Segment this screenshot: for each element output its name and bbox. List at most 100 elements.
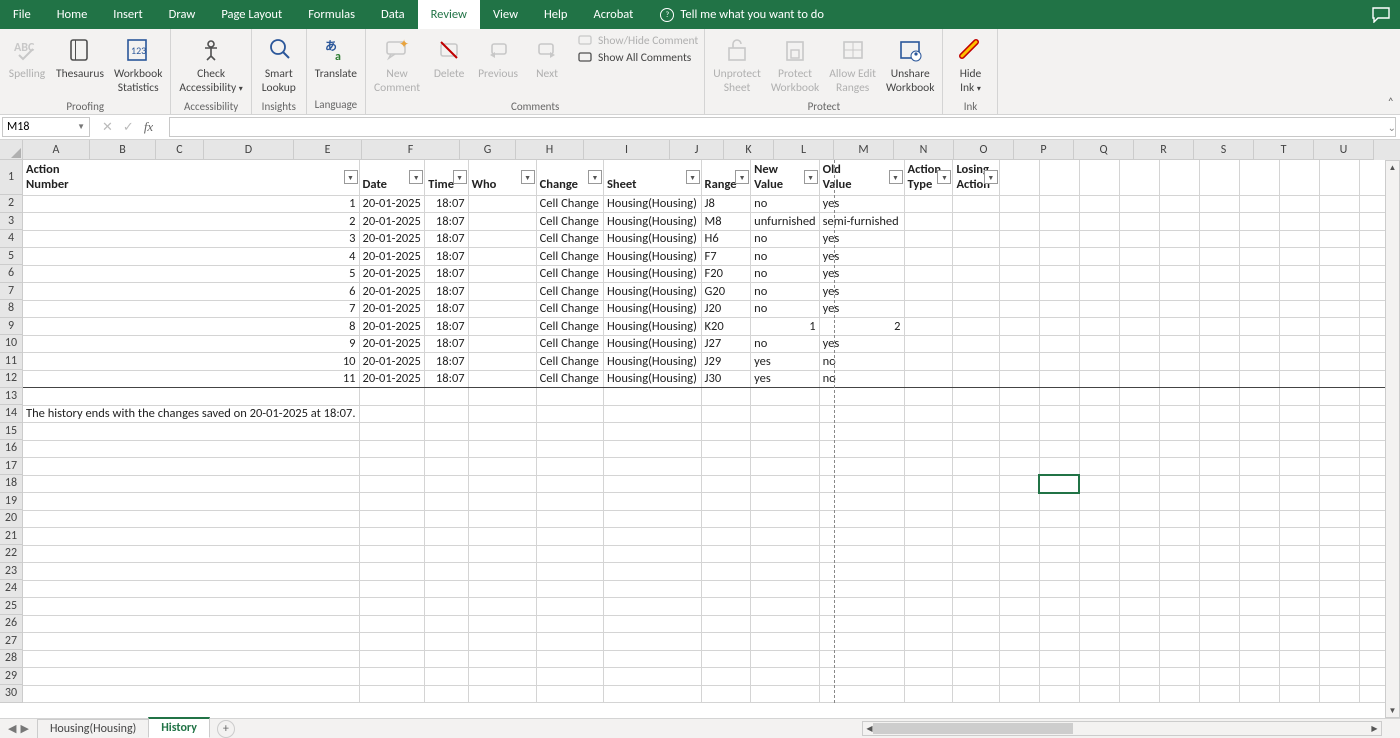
cell-F28[interactable] (603, 650, 701, 668)
cell-G28[interactable] (701, 650, 751, 668)
scroll-down-icon[interactable]: ▼ (1387, 704, 1398, 717)
cell-G23[interactable] (701, 563, 751, 581)
cell-C5[interactable]: 18:07 (425, 248, 468, 266)
col-header-J[interactable]: J (670, 140, 724, 160)
cell-B10[interactable]: 20-01-2025 (359, 335, 425, 353)
cell-A16[interactable] (23, 440, 359, 458)
row-header-11[interactable]: 11 (0, 353, 23, 371)
cell-D20[interactable] (468, 510, 536, 528)
cell-L4[interactable] (999, 230, 1039, 248)
cell-P28[interactable] (1159, 650, 1199, 668)
cell-E13[interactable] (536, 388, 603, 406)
ribbon-collapse-icon[interactable]: ˄ (1388, 96, 1394, 110)
cell-P4[interactable] (1159, 230, 1199, 248)
cell-H20[interactable] (751, 510, 819, 528)
row-header-21[interactable]: 21 (0, 528, 23, 546)
cell-J2[interactable] (904, 195, 953, 213)
cell-Q11[interactable] (1199, 353, 1239, 371)
cell-N12[interactable] (1079, 370, 1119, 388)
cell-H21[interactable] (751, 528, 819, 546)
cell-B26[interactable] (359, 615, 425, 633)
cell-I24[interactable] (819, 580, 904, 598)
cell-A19[interactable] (23, 493, 359, 511)
cell-M23[interactable] (1039, 563, 1079, 581)
cell-O14[interactable] (1119, 405, 1159, 423)
cell-T14[interactable] (1319, 405, 1359, 423)
cell-F4[interactable]: Housing(Housing) (603, 230, 701, 248)
cell-S2[interactable] (1279, 195, 1319, 213)
col-header-F[interactable]: F (362, 140, 460, 160)
cell-R23[interactable] (1239, 563, 1279, 581)
cell-E28[interactable] (536, 650, 603, 668)
cell-A4[interactable]: 3 (23, 230, 359, 248)
workbookstats-button[interactable]: 123WorkbookStatistics (110, 31, 166, 98)
cell-L8[interactable] (999, 300, 1039, 318)
cell-K22[interactable] (953, 545, 999, 563)
cell-R8[interactable] (1239, 300, 1279, 318)
cell-B30[interactable] (359, 685, 425, 703)
row-header-13[interactable]: 13 (0, 388, 23, 406)
cell-P5[interactable] (1159, 248, 1199, 266)
cell-F14[interactable] (603, 405, 701, 423)
cell-M8[interactable] (1039, 300, 1079, 318)
cell-H1[interactable]: NewValue▼ (751, 160, 819, 195)
cell-J23[interactable] (904, 563, 953, 581)
horizontal-scrollbar[interactable]: ◀ ▶ (862, 721, 1382, 736)
cell-R11[interactable] (1239, 353, 1279, 371)
cell-F3[interactable]: Housing(Housing) (603, 213, 701, 231)
cell-S13[interactable] (1279, 388, 1319, 406)
cell-L6[interactable] (999, 265, 1039, 283)
col-header-B[interactable]: B (90, 140, 156, 160)
cell-G14[interactable] (701, 405, 751, 423)
cell-O12[interactable] (1119, 370, 1159, 388)
cell-C4[interactable]: 18:07 (425, 230, 468, 248)
cell-I10[interactable]: yes (819, 335, 904, 353)
col-header-G[interactable]: G (460, 140, 516, 160)
cell-E22[interactable] (536, 545, 603, 563)
cell-E12[interactable]: Cell Change (536, 370, 603, 388)
cell-C22[interactable] (425, 545, 468, 563)
cell-C21[interactable] (425, 528, 468, 546)
cell-T1[interactable] (1319, 160, 1359, 195)
col-header-E[interactable]: E (294, 140, 362, 160)
cell-B2[interactable]: 20-01-2025 (359, 195, 425, 213)
cell-Q26[interactable] (1199, 615, 1239, 633)
cell-C9[interactable]: 18:07 (425, 318, 468, 336)
cell-P10[interactable] (1159, 335, 1199, 353)
cell-L23[interactable] (999, 563, 1039, 581)
cell-S14[interactable] (1279, 405, 1319, 423)
cell-H4[interactable]: no (751, 230, 819, 248)
cell-C18[interactable] (425, 475, 468, 493)
cell-E20[interactable] (536, 510, 603, 528)
cell-L15[interactable] (999, 423, 1039, 441)
cell-S21[interactable] (1279, 528, 1319, 546)
sheet-prev-icon[interactable]: ◀ (8, 722, 16, 735)
cell-Q10[interactable] (1199, 335, 1239, 353)
cell-O18[interactable] (1119, 475, 1159, 493)
cell-K7[interactable] (953, 283, 999, 301)
cell-A7[interactable]: 6 (23, 283, 359, 301)
cell-P20[interactable] (1159, 510, 1199, 528)
cell-A17[interactable] (23, 458, 359, 476)
cell-J28[interactable] (904, 650, 953, 668)
cell-R17[interactable] (1239, 458, 1279, 476)
cell-D8[interactable] (468, 300, 536, 318)
cell-T16[interactable] (1319, 440, 1359, 458)
cell-I6[interactable]: yes (819, 265, 904, 283)
unsharewb-button[interactable]: UnshareWorkbook (882, 31, 938, 98)
cell-I13[interactable] (819, 388, 904, 406)
filter-button-H[interactable]: ▼ (804, 170, 818, 184)
cell-C23[interactable] (425, 563, 468, 581)
cell-S1[interactable] (1279, 160, 1319, 195)
cell-B16[interactable] (359, 440, 425, 458)
cell-T19[interactable] (1319, 493, 1359, 511)
cell-D10[interactable] (468, 335, 536, 353)
cell-R16[interactable] (1239, 440, 1279, 458)
cell-E8[interactable]: Cell Change (536, 300, 603, 318)
cell-J22[interactable] (904, 545, 953, 563)
cell-G21[interactable] (701, 528, 751, 546)
cell-K5[interactable] (953, 248, 999, 266)
cell-B1[interactable]: Date▼ (359, 160, 425, 195)
cell-A5[interactable]: 4 (23, 248, 359, 266)
hideink-button[interactable]: HideInk ▾ (947, 31, 993, 98)
